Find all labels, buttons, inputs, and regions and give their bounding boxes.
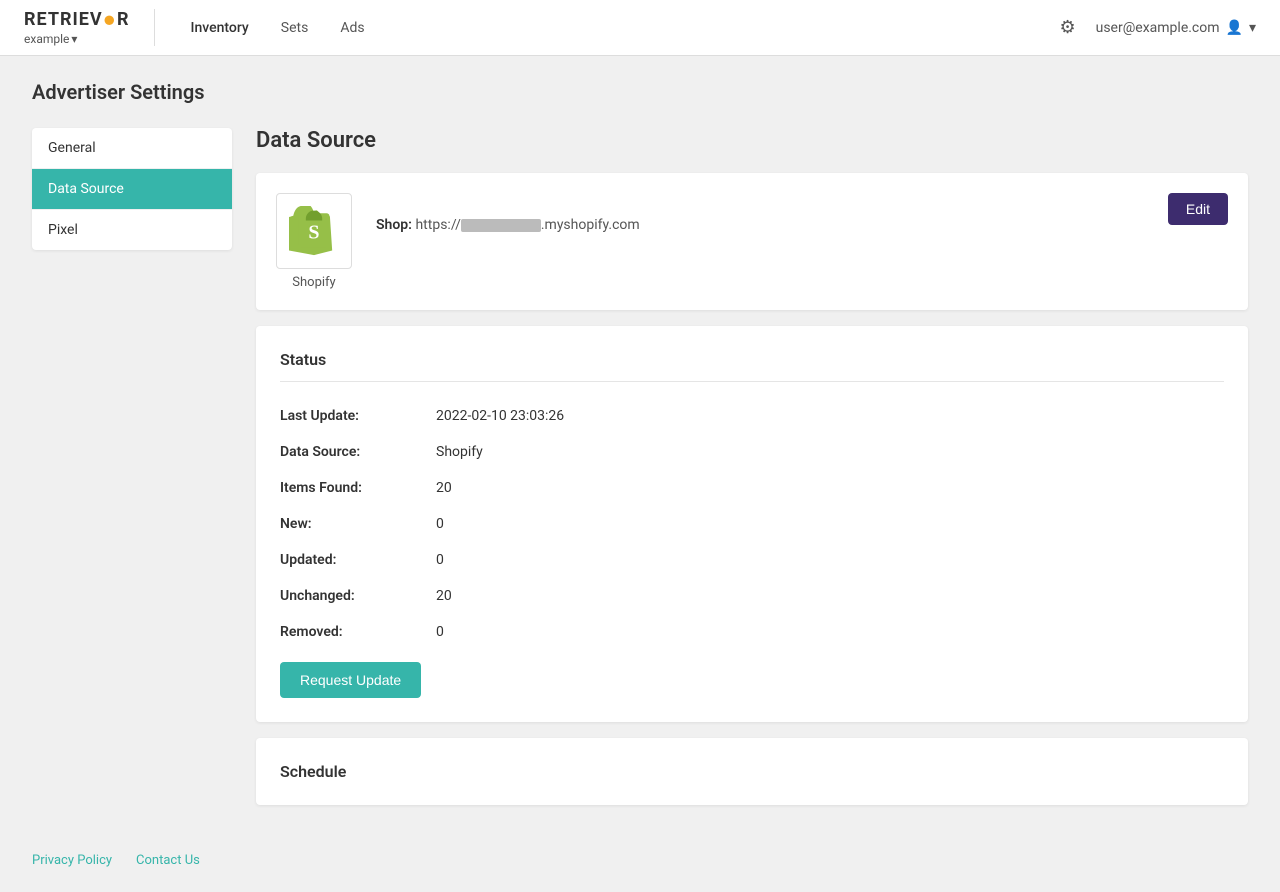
shopify-label: Shopify [292,275,335,290]
svg-text:S: S [308,222,319,244]
header: RETRIEV●R example ▾ Inventory Sets Ads ⚙… [0,0,1280,56]
footer: Privacy Policy Contact Us [0,829,1280,892]
status-row-items-found: Items Found: 20 [280,470,1224,506]
sidebar: General Data Source Pixel [32,128,232,250]
user-menu[interactable]: user@example.com 👤 ▾ [1096,20,1256,36]
user-icon: 👤 [1226,20,1243,36]
nav-item-sets[interactable]: Sets [269,14,321,42]
page-container: Advertiser Settings General Data Source … [0,56,1280,829]
status-value-data-source: Shopify [436,444,483,460]
content-layout: General Data Source Pixel Data Source [32,128,1248,805]
footer-contact-us[interactable]: Contact Us [136,853,200,868]
shopify-icon: S [289,206,339,256]
shopify-logo-box: S [276,193,352,269]
redacted-domain [461,219,541,232]
main-nav: Inventory Sets Ads [179,14,1056,42]
shopify-logo-area: S Shopify [276,193,352,290]
main-content: Data Source S Shopify [256,128,1248,805]
status-value-last-update: 2022-02-10 23:03:26 [436,408,564,424]
status-label-new: New: [280,516,420,532]
footer-privacy-policy[interactable]: Privacy Policy [32,853,112,868]
account-selector[interactable]: example ▾ [24,32,130,46]
schedule-card: Schedule [256,738,1248,805]
sidebar-item-general[interactable]: General [32,128,232,169]
sidebar-item-pixel[interactable]: Pixel [32,210,232,250]
datasource-card: S Shopify Shop: https://.myshopify.com E… [256,173,1248,310]
status-value-items-found: 20 [436,480,452,496]
request-update-button[interactable]: Request Update [280,662,421,698]
section-title: Data Source [256,128,1248,153]
sidebar-item-data-source[interactable]: Data Source [32,169,232,210]
account-name: example [24,32,69,46]
status-title: Status [280,350,1224,382]
status-card: Status Last Update: 2022-02-10 23:03:26 … [256,326,1248,722]
status-value-removed: 0 [436,624,444,640]
shop-label: Shop: [376,217,412,233]
chevron-down-icon: ▾ [71,32,77,46]
user-dropdown-icon: ▾ [1249,20,1256,36]
status-row-new: New: 0 [280,506,1224,542]
status-row-data-source: Data Source: Shopify [280,434,1224,470]
status-label-items-found: Items Found: [280,480,420,496]
status-label-last-update: Last Update: [280,408,420,424]
page-title: Advertiser Settings [32,80,1248,104]
status-row-removed: Removed: 0 [280,614,1224,650]
status-label-updated: Updated: [280,552,420,568]
status-label-data-source: Data Source: [280,444,420,460]
status-row-unchanged: Unchanged: 20 [280,578,1224,614]
status-label-removed: Removed: [280,624,420,640]
status-value-unchanged: 20 [436,588,452,604]
status-value-new: 0 [436,516,444,532]
shop-url: Shop: https://.myshopify.com [376,217,640,233]
status-row-updated: Updated: 0 [280,542,1224,578]
logo-area: RETRIEV●R example ▾ [24,9,155,45]
status-value-updated: 0 [436,552,444,568]
logo: RETRIEV●R [24,9,130,31]
status-row-last-update: Last Update: 2022-02-10 23:03:26 [280,398,1224,434]
shop-url-text: https://.myshopify.com [415,217,639,233]
nav-item-ads[interactable]: Ads [328,14,376,42]
schedule-title: Schedule [280,762,1224,781]
datasource-info: Shop: https://.myshopify.com [376,193,1228,233]
edit-button[interactable]: Edit [1168,193,1228,225]
gear-icon: ⚙ [1059,17,1075,37]
settings-button[interactable]: ⚙ [1055,13,1079,42]
header-right: ⚙ user@example.com 👤 ▾ [1055,13,1256,42]
user-email: user@example.com [1096,20,1220,36]
status-label-unchanged: Unchanged: [280,588,420,604]
nav-item-inventory[interactable]: Inventory [179,14,261,42]
